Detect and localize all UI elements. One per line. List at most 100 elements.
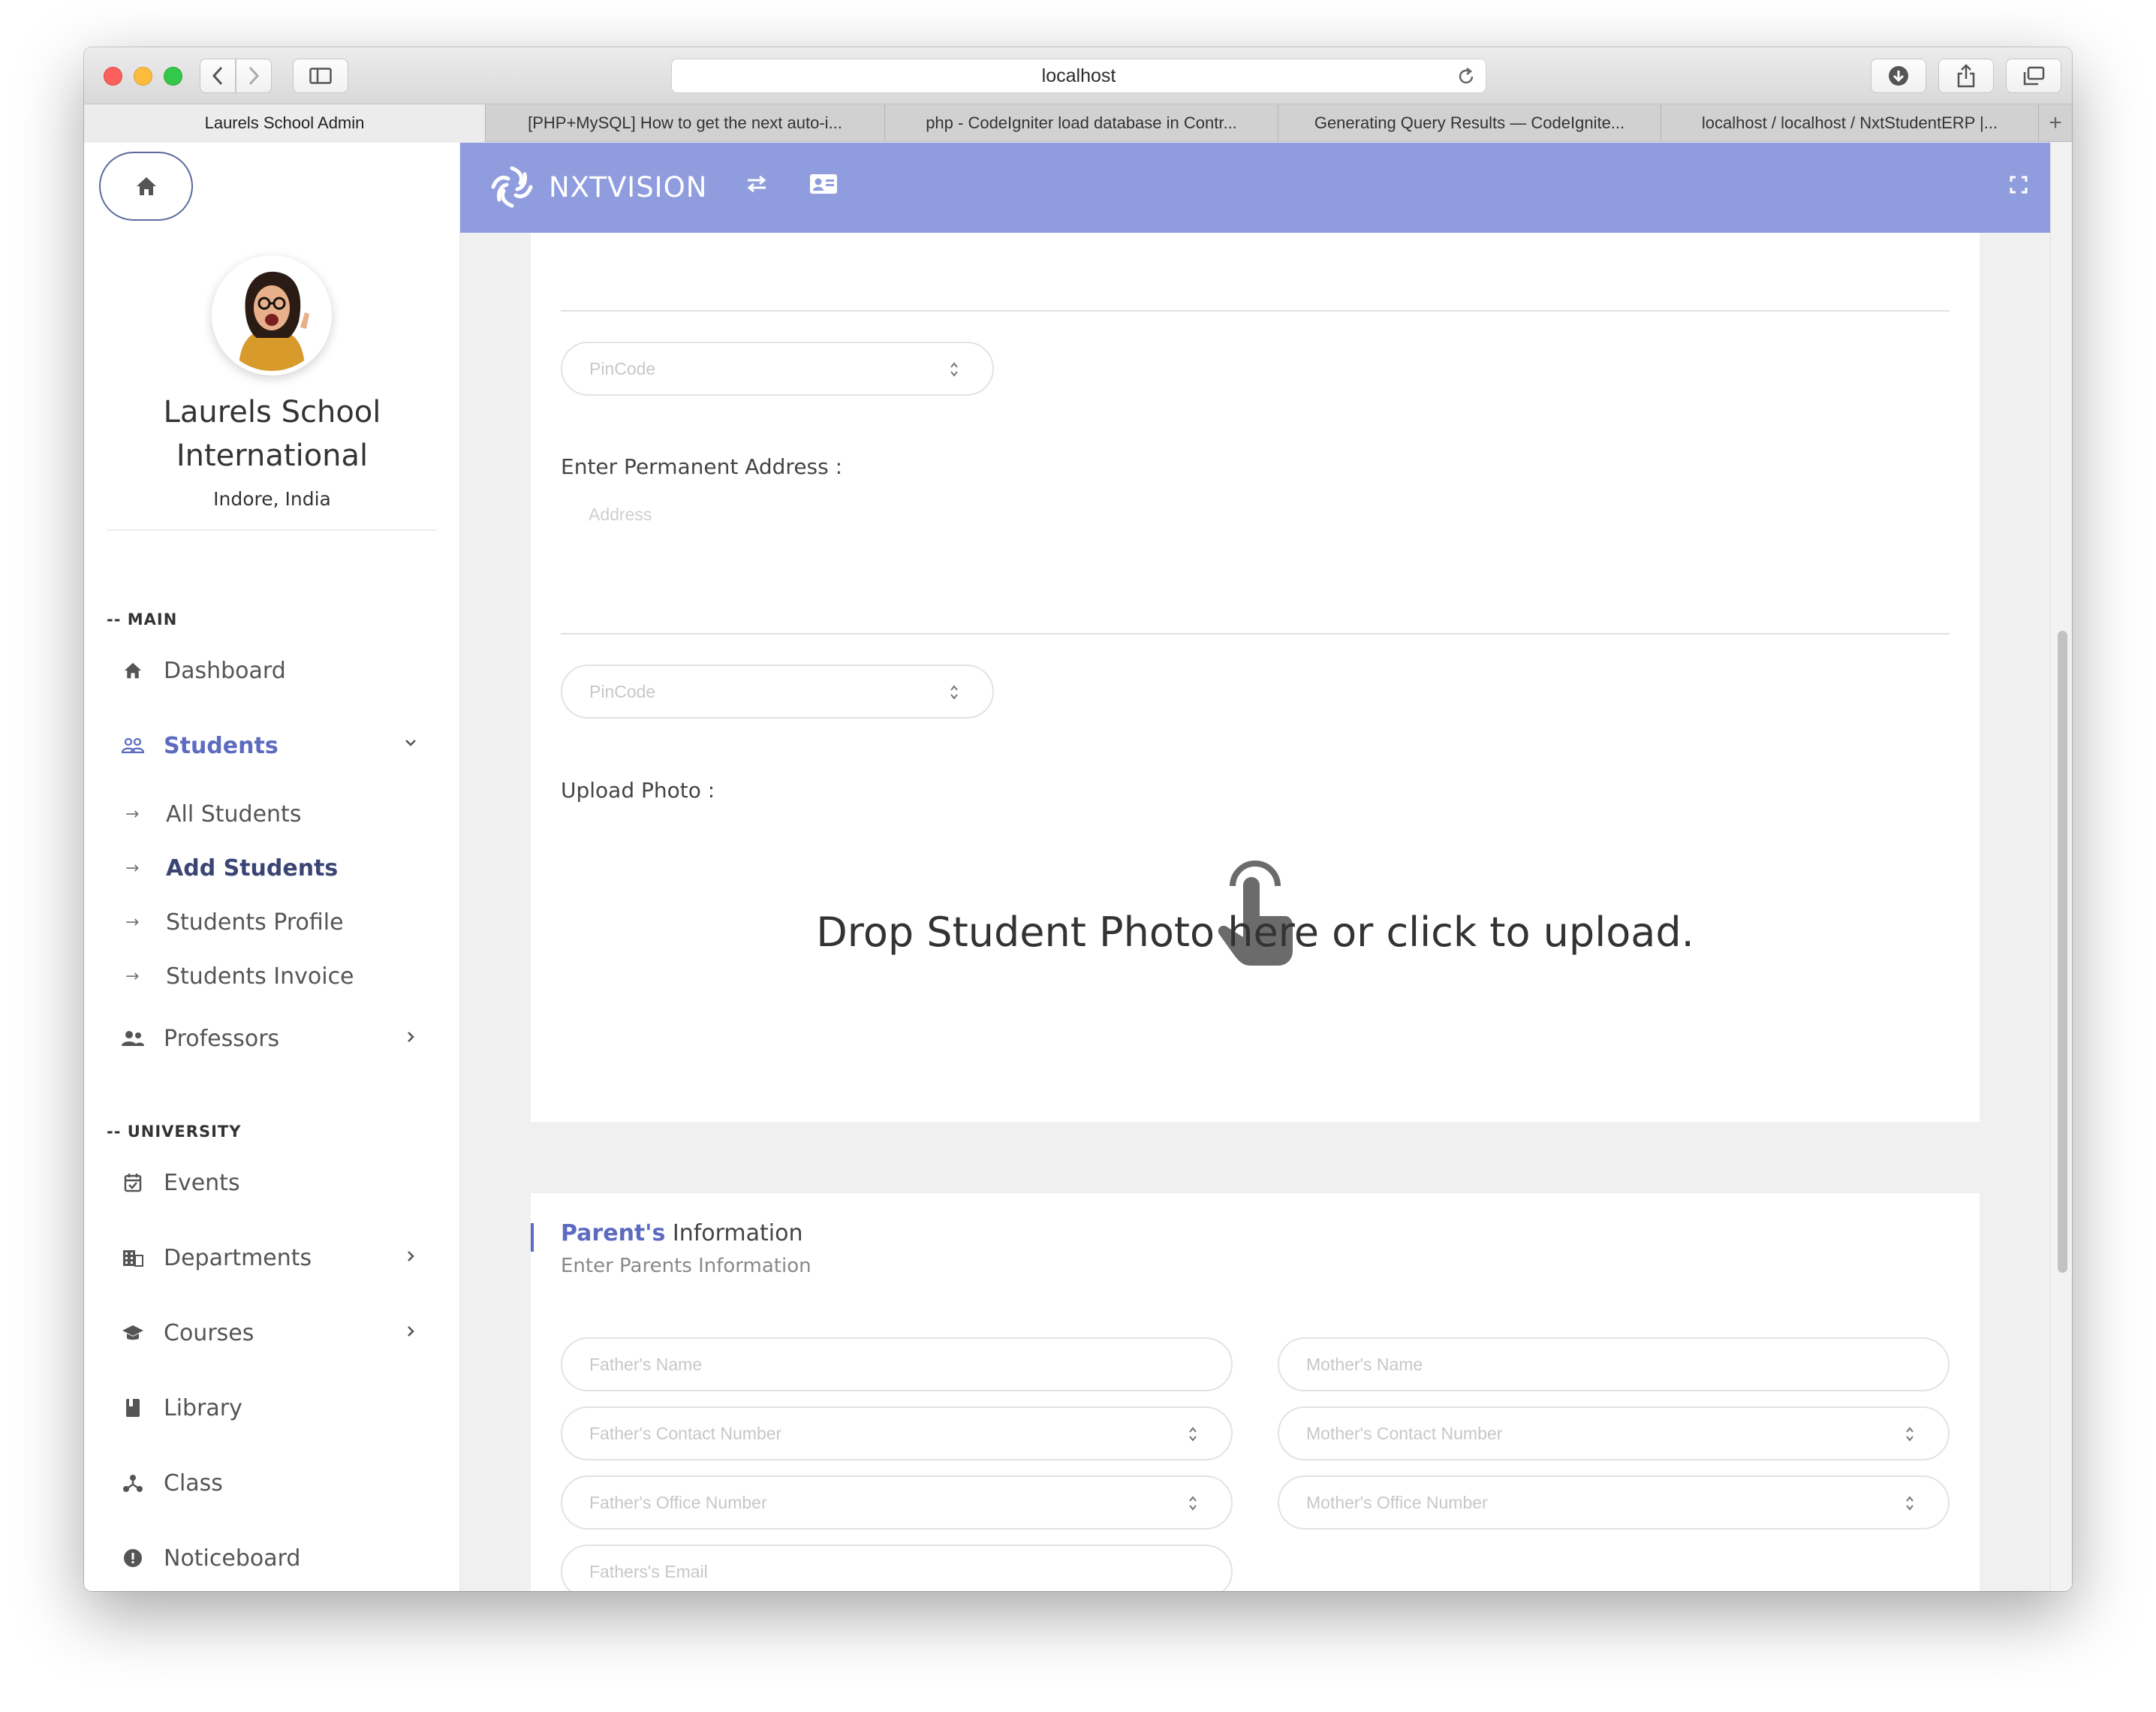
home-button[interactable] (99, 152, 193, 221)
calendar-check-icon (122, 1173, 144, 1192)
mothers-office-input[interactable]: Mother's Office Number (1278, 1475, 1950, 1530)
stepper-icon[interactable] (949, 360, 959, 379)
tabs-overview-button[interactable] (2006, 59, 2061, 93)
sidebar-item-students[interactable]: Students (122, 723, 444, 768)
browser-toolbar: localhost (84, 47, 2072, 104)
chevron-right-icon (399, 1250, 422, 1262)
chevron-left-icon (212, 66, 224, 86)
download-icon (1888, 65, 1909, 86)
browser-tab[interactable]: [PHP+MySQL] How to get the next auto-i..… (486, 104, 885, 142)
users-icon (122, 737, 144, 754)
new-tab-button[interactable]: + (2039, 104, 2072, 141)
chevron-down-icon (399, 738, 422, 747)
mothers-name-input[interactable]: Mother's Name (1278, 1337, 1950, 1391)
page-viewport: Laurels School International Indore, Ind… (84, 143, 2072, 1591)
sidebar-item-professors[interactable]: Professors (122, 1016, 444, 1061)
url-text: localhost (1041, 65, 1116, 86)
brand[interactable]: NXTVISION (490, 165, 707, 209)
sidebar-item-events[interactable]: Events (122, 1160, 444, 1205)
sidebar-item-dashboard[interactable]: Dashboard (122, 648, 444, 693)
stepper-icon[interactable] (1905, 1424, 1915, 1444)
section-title-rest: Information (665, 1220, 803, 1246)
sidebar-toggle-button[interactable] (293, 59, 348, 93)
stepper-icon[interactable] (1188, 1493, 1198, 1513)
brand-name: NXTVISION (549, 170, 708, 203)
tabs-icon (2022, 66, 2045, 86)
browser-tab[interactable]: Laurels School Admin (84, 104, 486, 142)
stepper-icon[interactable] (949, 683, 959, 702)
permanent-address-label: Enter Permanent Address : (561, 454, 843, 479)
section-accent-bar (531, 1223, 534, 1252)
forward-button[interactable] (236, 59, 272, 93)
share-button[interactable] (1938, 59, 1994, 93)
permanent-address-textarea[interactable]: Address (589, 505, 652, 525)
sidebar-item-label: Courses (164, 1319, 254, 1346)
hub-icon (122, 1473, 144, 1493)
fathers-email-input[interactable]: Fathers's Email (561, 1545, 1233, 1591)
sidebar-subitem-students-invoice[interactable]: → Students Invoice (125, 957, 441, 995)
mothers-contact-input[interactable]: Mother's Contact Number (1278, 1406, 1950, 1460)
scrollbar-thumb[interactable] (2058, 631, 2067, 1273)
school-name-line-1: Laurels School (163, 395, 381, 430)
sidebar-item-departments[interactable]: Departments (122, 1235, 444, 1280)
section-label-university: -- UNIVERSITY (107, 1123, 242, 1141)
sidebar: Laurels School International Indore, Ind… (84, 143, 460, 1591)
graduation-cap-icon (122, 1324, 144, 1342)
sidebar-item-courses[interactable]: Courses (122, 1310, 444, 1355)
swap-icon[interactable] (745, 174, 768, 194)
browser-tab[interactable]: Generating Query Results — CodeIgnite... (1278, 104, 1661, 142)
section-title-strong: Parent's (561, 1220, 666, 1246)
upload-photo-label: Upload Photo : (561, 778, 715, 803)
sidebar-divider (107, 529, 437, 531)
browser-window: localhost Laurels School Admin [PHP+MySQ… (84, 47, 2072, 1591)
fathers-office-input[interactable]: Father's Office Number (561, 1475, 1233, 1530)
permanent-pincode-input[interactable]: PinCode (561, 665, 994, 719)
sidebar-item-library[interactable]: Library (122, 1385, 444, 1430)
sidebar-subitem-all-students[interactable]: → All Students (125, 795, 441, 833)
section-label-main: -- MAIN (107, 610, 178, 628)
sidebar-subitem-add-students[interactable]: → Add Students (125, 849, 441, 887)
pincode-input[interactable]: PinCode (561, 342, 994, 396)
book-icon (122, 1398, 144, 1418)
window-minimize-button[interactable] (134, 67, 152, 86)
window-maximize-button[interactable] (164, 67, 182, 86)
address-bar[interactable]: localhost (671, 59, 1486, 93)
sidebar-item-label: Professors (164, 1025, 280, 1052)
school-name: Laurels School International (84, 390, 460, 478)
sidebar-item-label: Dashboard (164, 657, 286, 684)
stepper-icon[interactable] (1188, 1424, 1198, 1444)
photo-dropzone-text[interactable]: Drop Student Photo here or click to uplo… (531, 909, 1980, 956)
chevron-right-icon (399, 1031, 422, 1043)
sidebar-item-label: Library (164, 1394, 242, 1421)
brand-logo-icon (490, 165, 534, 209)
address-textarea-underline (561, 633, 1950, 634)
fullscreen-icon[interactable] (2010, 176, 2028, 194)
sidebar-subitem-label: Add Students (166, 854, 339, 882)
tab-bar: Laurels School Admin [PHP+MySQL] How to … (84, 104, 2072, 142)
avatar (212, 255, 332, 375)
fathers-name-input[interactable]: Father's Name (561, 1337, 1233, 1391)
browser-tab[interactable]: localhost / localhost / NxtStudentERP |.… (1661, 104, 2039, 142)
page-scrollbar[interactable] (2050, 143, 2072, 1591)
sidebar-subitem-students-profile[interactable]: → Students Profile (125, 903, 441, 941)
window-close-button[interactable] (104, 67, 122, 86)
address-field-underline (561, 310, 1950, 312)
parent-information-card: Parent's Information Enter Parents Infor… (531, 1193, 1980, 1591)
sidebar-subitem-label: Students Profile (166, 909, 344, 936)
chevron-right-icon (399, 1325, 422, 1337)
downloads-button[interactable] (1871, 59, 1926, 93)
input-placeholder: Fathers's Email (589, 1561, 708, 1581)
input-placeholder: Father's Office Number (589, 1492, 767, 1512)
stepper-icon[interactable] (1905, 1493, 1915, 1513)
pincode-placeholder: PinCode (589, 681, 656, 701)
home-icon (122, 662, 144, 680)
input-placeholder: Father's Name (589, 1354, 703, 1374)
contact-card-icon[interactable] (809, 173, 838, 195)
sidebar-item-class[interactable]: Class (122, 1460, 444, 1506)
browser-tab[interactable]: php - CodeIgniter load database in Contr… (885, 104, 1278, 142)
back-button[interactable] (200, 59, 236, 93)
sidebar-item-noticeboard[interactable]: Noticeboard (122, 1536, 444, 1581)
reload-icon[interactable] (1456, 66, 1477, 87)
fathers-contact-input[interactable]: Father's Contact Number (561, 1406, 1233, 1460)
section-subtitle: Enter Parents Information (561, 1255, 812, 1277)
